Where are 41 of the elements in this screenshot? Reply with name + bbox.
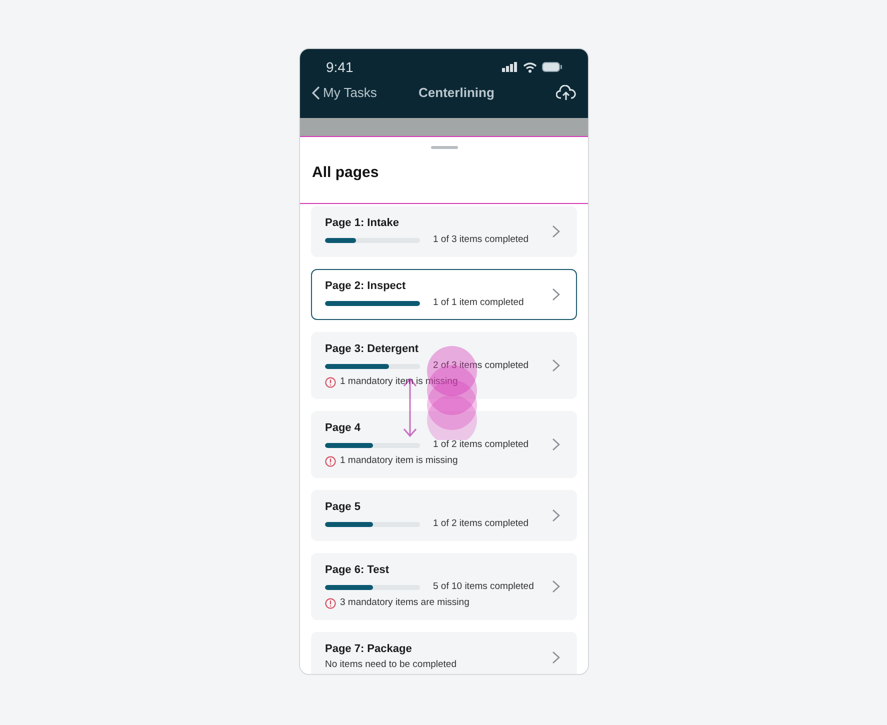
page-title: Page 5 [325,500,362,514]
page-card[interactable]: Page 1: Intake 1 of 3 items completed [311,206,577,257]
page-title: Page 4 [325,421,362,435]
page-title: Page 2: Inspect [325,279,407,293]
page-card[interactable]: Page 2: Inspect 1 of 1 item completed [311,269,577,320]
page-title: Page 7: Package [325,642,413,656]
progress-text: 1 of 3 items completed [433,233,529,247]
warning-text: 1 mandatory item is missing [340,454,458,468]
progress-text: 1 of 2 items completed [433,517,529,531]
page-card[interactable]: Page 4 1 of 2 items completed 1 mandatory item is missing [311,411,577,478]
chevron-right-icon [552,580,560,593]
chevron-left-icon [312,86,320,100]
chevron-right-icon [552,288,560,301]
page-title: Page 6: Test [325,563,390,577]
drag-handle[interactable] [430,146,458,149]
battery-icon [542,62,562,72]
warning-icon [325,456,336,466]
page-card[interactable]: Page 6: Test 5 of 10 items completed 3 mandatory items are missing [311,553,577,620]
wifi-icon [523,62,537,72]
warning-text: 3 mandatory items are missing [340,596,470,610]
chevron-right-icon [552,650,560,664]
screen-title: Centerlining [418,84,494,102]
progress-text: 1 of 1 item completed [433,296,524,310]
progress-text: 1 of 2 items completed [433,438,529,452]
status-time: 9:41 [326,58,354,76]
page-note: No items need to be completed [325,658,458,672]
page-card[interactable]: Page 7: Package No items need to be completed [311,632,577,674]
page-card[interactable]: Page 5 1 of 2 items completed [311,490,577,541]
chevron-right-icon [552,225,560,238]
page-title: Page 3: Detergent [325,342,420,356]
chevron-right-icon [552,509,560,522]
sheet-title: All pages [312,163,380,183]
chevron-right-icon [552,359,560,372]
cloud-upload-icon[interactable] [556,84,576,101]
chevron-right-icon [552,438,560,451]
signal-icon [502,62,518,72]
warning-icon [325,598,336,608]
back-button[interactable]: My Tasks [312,83,377,102]
warning-icon [325,376,336,388]
progress-text: 5 of 10 items completed [433,580,534,594]
page-title: Page 1: Intake [325,216,400,230]
